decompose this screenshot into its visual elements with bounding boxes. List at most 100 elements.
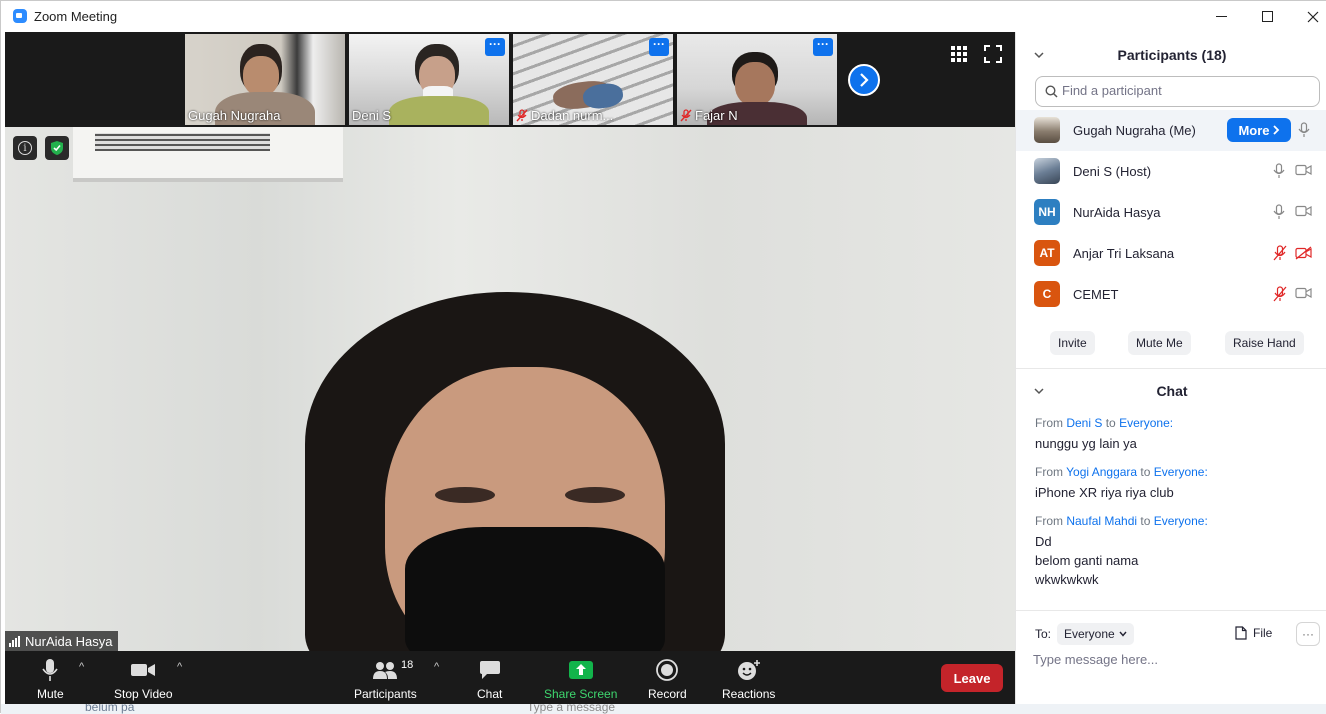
maximize-button[interactable] — [1244, 1, 1290, 32]
chat-message-input[interactable] — [1033, 652, 1318, 667]
stop-video-button[interactable]: Stop Video — [114, 655, 173, 701]
avatar — [1034, 117, 1060, 143]
search-icon — [1045, 85, 1058, 98]
info-icon: i — [18, 141, 32, 155]
chevron-right-icon — [860, 73, 869, 87]
participant-row[interactable]: NH NurAida Hasya — [1016, 192, 1326, 233]
chat-message: From Yogi Anggara to Everyone: iPhone XR… — [1035, 465, 1315, 502]
sender-link[interactable]: Naufal Mahdi — [1066, 514, 1137, 528]
microphone-icon[interactable] — [1298, 122, 1310, 138]
microphone-icon — [42, 659, 58, 681]
emoji-icon — [737, 660, 760, 680]
mute-button[interactable]: Mute — [37, 655, 64, 701]
encryption-button[interactable] — [45, 136, 69, 160]
video-thumbnail[interactable]: ··· Dadan nurm... — [513, 34, 673, 125]
signal-strength-icon — [9, 635, 20, 647]
minimize-button[interactable] — [1198, 1, 1244, 32]
chevron-right-icon — [1272, 125, 1279, 135]
sender-link[interactable]: Yogi Anggara — [1066, 465, 1137, 479]
chevron-down-icon — [1119, 631, 1127, 637]
more-button[interactable]: More — [1227, 118, 1291, 142]
mute-me-button[interactable]: Mute Me — [1128, 331, 1191, 355]
chat-message: From Deni S to Everyone: nunggu yg lain … — [1035, 416, 1315, 453]
recipient-link[interactable]: Everyone: — [1154, 465, 1208, 479]
zoom-window: Zoom Meeting Gugah Nugraha ··· Deni S ··… — [0, 0, 1326, 714]
participant-name: Gugah Nugraha (Me) — [1073, 123, 1196, 138]
invite-button[interactable]: Invite — [1050, 331, 1095, 355]
active-speaker-video — [5, 127, 1015, 651]
participant-name: Anjar Tri Laksana — [1073, 246, 1175, 261]
participants-label: Participants — [354, 687, 417, 701]
share-screen-label: Share Screen — [544, 687, 618, 701]
next-page-button[interactable] — [848, 64, 880, 96]
thumbnail-name: Gugah Nugraha — [188, 108, 281, 123]
recipient-dropdown[interactable]: Everyone — [1057, 623, 1134, 645]
microphone-icon[interactable] — [1273, 163, 1285, 179]
fullscreen-button[interactable] — [984, 45, 1002, 63]
participant-row[interactable]: Deni S (Host) — [1016, 151, 1326, 192]
speaker-mask — [405, 527, 665, 651]
video-camera-icon[interactable] — [1295, 287, 1312, 299]
participant-row[interactable]: C CEMET — [1016, 274, 1326, 315]
recipient-link[interactable]: Everyone: — [1154, 514, 1208, 528]
avatar: AT — [1034, 240, 1060, 266]
video-thumbnail[interactable]: ··· Fajar N — [677, 34, 837, 125]
thumbnail-name: Dadan nurm... — [531, 108, 614, 123]
participant-search-input[interactable] — [1062, 83, 1312, 98]
thumbnail-menu-button[interactable]: ··· — [649, 38, 669, 56]
divider — [1016, 368, 1326, 369]
video-thumbnail[interactable]: ··· Deni S — [349, 34, 509, 125]
record-icon — [656, 659, 679, 681]
video-area: Gugah Nugraha ··· Deni S ··· Dadan nurm.… — [5, 32, 1015, 651]
participant-row[interactable]: AT Anjar Tri Laksana — [1016, 233, 1326, 274]
shield-icon — [51, 141, 63, 155]
audio-options-caret[interactable]: ^ — [79, 661, 84, 673]
gallery-view-button[interactable] — [950, 45, 968, 63]
raise-hand-button[interactable]: Raise Hand — [1225, 331, 1304, 355]
reactions-label: Reactions — [722, 687, 776, 701]
divider — [1016, 610, 1326, 611]
muted-mic-icon[interactable] — [1273, 245, 1287, 261]
grid-icon — [951, 46, 967, 62]
sender-link[interactable]: Deni S — [1066, 416, 1102, 430]
recipient-link[interactable]: Everyone: — [1119, 416, 1173, 430]
window-title: Zoom Meeting — [34, 9, 118, 24]
stop-video-label: Stop Video — [114, 687, 173, 701]
avatar: NH — [1034, 199, 1060, 225]
muted-mic-icon — [516, 109, 528, 122]
microphone-icon[interactable] — [1273, 204, 1285, 220]
participant-name: Deni S (Host) — [1073, 164, 1152, 179]
message-text: iPhone XR riya riya club — [1035, 485, 1174, 500]
file-button[interactable]: File — [1235, 626, 1272, 640]
participant-search-box[interactable] — [1035, 76, 1320, 107]
video-camera-icon[interactable] — [1295, 164, 1312, 176]
thumbnail-menu-button[interactable]: ··· — [813, 38, 833, 56]
muted-mic-icon[interactable] — [1273, 286, 1287, 302]
thumbnail-strip: Gugah Nugraha ··· Deni S ··· Dadan nurm.… — [185, 34, 837, 125]
participants-options-caret[interactable]: ^ — [434, 661, 439, 673]
reactions-button[interactable]: Reactions — [722, 655, 775, 701]
chat-more-button[interactable]: ··· — [1296, 622, 1320, 646]
record-button[interactable]: Record — [648, 655, 687, 701]
video-camera-icon — [131, 664, 156, 676]
side-panel: Participants (18) Gugah Nugraha (Me) Mor… — [1015, 32, 1326, 704]
video-camera-icon[interactable] — [1295, 205, 1312, 217]
share-screen-button[interactable]: Share Screen — [544, 655, 617, 701]
chat-recipient-bar: To: Everyone File ··· — [1035, 622, 1320, 646]
meeting-toolbar: Mute ^ Stop Video ^ Participants 18 ^ Ch… — [5, 651, 1015, 704]
leave-button[interactable]: Leave — [941, 664, 1003, 692]
record-label: Record — [648, 687, 687, 701]
meeting-info-button[interactable]: i — [13, 136, 37, 160]
video-options-caret[interactable]: ^ — [177, 661, 182, 673]
video-off-icon[interactable] — [1295, 246, 1312, 260]
chat-button[interactable]: Chat — [477, 655, 502, 701]
participant-row[interactable]: Gugah Nugraha (Me) More — [1016, 110, 1326, 151]
file-icon — [1235, 626, 1247, 640]
thumbnail-menu-button[interactable]: ··· — [485, 38, 505, 56]
title-bar: Zoom Meeting — [1, 1, 1326, 32]
participants-title: Participants (18) — [1117, 47, 1227, 63]
zoom-app-icon — [13, 9, 27, 23]
video-thumbnail[interactable]: Gugah Nugraha — [185, 34, 345, 125]
close-button[interactable] — [1290, 1, 1326, 32]
thumbnail-name: Fajar N — [695, 108, 738, 123]
